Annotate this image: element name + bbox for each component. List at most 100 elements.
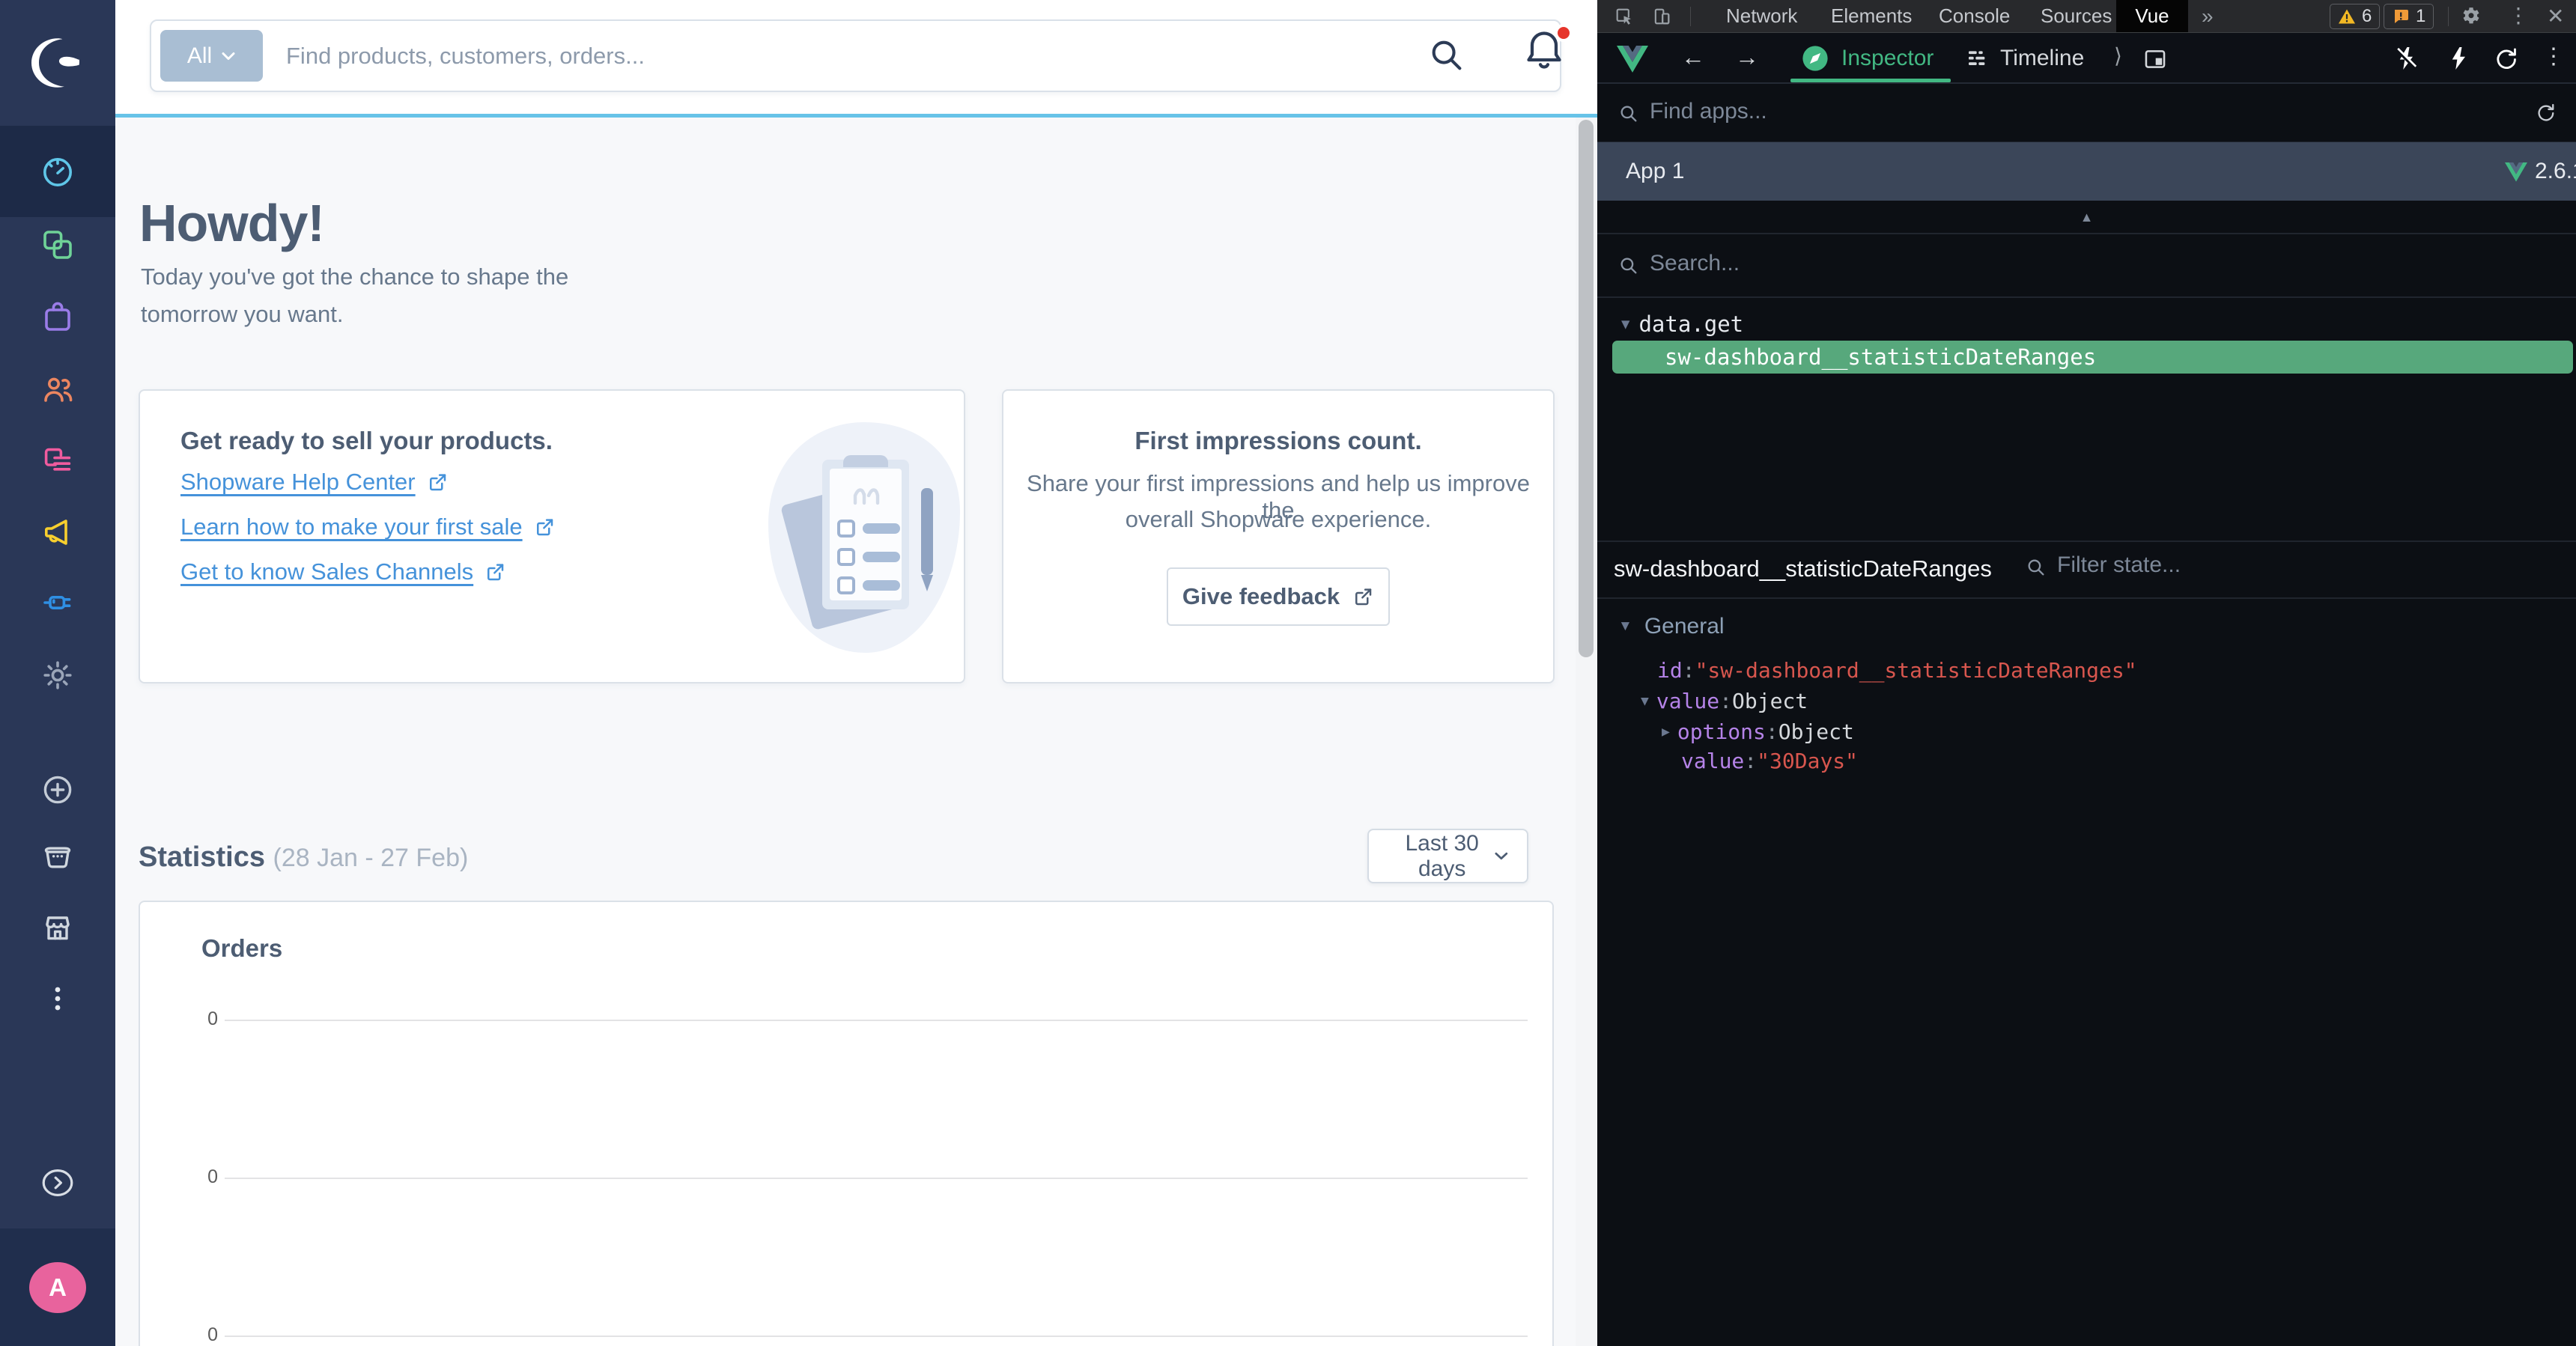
sidebar-item-dashboard[interactable]	[0, 136, 115, 208]
sidebar-item-content[interactable]	[0, 425, 115, 497]
section-label: General	[1644, 614, 1725, 639]
statistics-title: Statistics	[139, 841, 265, 873]
issue-bubble-icon	[2395, 10, 2408, 23]
state-row-id[interactable]: id: "sw-dashboard__statisticDateRanges"	[1657, 658, 2137, 683]
devtools-kebab-menu[interactable]: ⋮	[2508, 5, 2529, 26]
section-triangle-icon: ▼	[1618, 618, 1632, 634]
tab-network-label: Network	[1726, 4, 1798, 27]
devtools-close-button[interactable]: ✕	[2547, 6, 2564, 27]
tab-network[interactable]: Network	[1713, 0, 1811, 32]
user-avatar[interactable]: A	[29, 1261, 86, 1313]
history-forward-button[interactable]: →	[1735, 43, 1759, 71]
chart-gridline	[225, 1020, 1528, 1021]
state-key: id	[1657, 658, 1683, 683]
state-row-value[interactable]: ▼ value: Object	[1641, 689, 1808, 713]
tree-group-data-get[interactable]: ▼ data.get	[1621, 311, 1743, 337]
lightning-off-icon[interactable]	[2393, 45, 2419, 72]
refresh-icon[interactable]	[2493, 46, 2518, 71]
page-scrollbar-thumb[interactable]	[1579, 120, 1594, 657]
search-input[interactable]	[286, 24, 1372, 88]
component-search-input[interactable]	[1650, 251, 2324, 276]
tab-inspector[interactable]: Inspector	[1841, 46, 1933, 71]
search-icon[interactable]	[1427, 36, 1466, 75]
tab-vue-label: Vue	[2135, 4, 2169, 27]
timeline-icon[interactable]	[1966, 47, 1990, 71]
marketing-icon	[45, 520, 67, 545]
settings-icon	[43, 661, 72, 689]
sidebar-item-storefront[interactable]	[0, 892, 115, 964]
notification-bell[interactable]	[1522, 24, 1573, 78]
greeting-title: Howdy!	[139, 194, 325, 252]
give-feedback-label: Give feedback	[1182, 583, 1340, 609]
history-back-button[interactable]: ←	[1681, 43, 1705, 71]
row-triangle-icon: ▶	[1662, 724, 1670, 740]
sidebar-expand-button[interactable]	[0, 1147, 115, 1219]
device-toolbar-icon[interactable]	[1651, 6, 1672, 27]
customers-icon	[44, 377, 73, 402]
refresh-apps-icon[interactable]	[2535, 102, 2556, 123]
shopware-logo[interactable]	[0, 0, 115, 126]
notification-dot	[1555, 24, 1573, 42]
sidebar-item-customers[interactable]	[0, 353, 115, 425]
sidebar-item-add-module[interactable]	[0, 754, 115, 826]
search-icon	[2028, 559, 2044, 576]
chevron-down-icon	[1495, 852, 1508, 860]
inspector-compass-icon[interactable]	[1801, 44, 1829, 73]
link-sales-channels[interactable]: Get to know Sales Channels	[180, 558, 506, 585]
state-key: options	[1677, 719, 1766, 744]
app-row[interactable]: App 1 2.6.14	[1597, 142, 2576, 201]
state-separator: :	[1682, 658, 1695, 683]
state-value: Object	[1732, 689, 1808, 713]
tab-timeline[interactable]: Timeline	[2000, 46, 2084, 71]
warnings-badge[interactable]: 6	[2330, 4, 2381, 29]
state-row-options[interactable]: ▶ options: Object	[1662, 719, 1854, 744]
statistics-range: (28 Jan - 27 Feb)	[273, 844, 469, 872]
sidebar-item-orders[interactable]	[0, 281, 115, 353]
more-tabs-icon[interactable]: »	[2202, 0, 2214, 32]
state-section-general[interactable]: ▼ General	[1618, 614, 1725, 639]
close-glyph: ✕	[2547, 4, 2565, 28]
sidebar-item-settings[interactable]	[0, 639, 115, 711]
external-link-icon	[487, 564, 504, 581]
statistics-header: Statistics (28 Jan - 27 Feb)	[139, 841, 468, 874]
scroll-up-hint[interactable]: ▲	[1597, 210, 2576, 225]
tab-sources[interactable]: Sources	[2027, 0, 2125, 32]
vue-devtools-toolbar: ← → Inspector Timeline ⟩ ⋮	[1597, 33, 2576, 84]
tab-vue[interactable]: Vue	[2116, 0, 2188, 32]
checklist-illustration	[768, 422, 960, 653]
give-feedback-button[interactable]: Give feedback	[1167, 567, 1390, 626]
orders-icon	[45, 302, 70, 331]
sidebar-item-more[interactable]	[0, 963, 115, 1035]
date-range-dropdown[interactable]: Last 30 days	[1367, 829, 1528, 883]
expand-chevron-icon	[42, 1169, 73, 1196]
gear-icon[interactable]	[2460, 5, 2482, 28]
vue-kebab-menu[interactable]: ⋮	[2542, 43, 2565, 70]
link-first-sale[interactable]: Learn how to make your first sale	[180, 514, 556, 540]
tab-elements[interactable]: Elements	[1817, 0, 1925, 32]
filter-state-input[interactable]	[2057, 552, 2521, 578]
tab-console[interactable]: Console	[1925, 0, 2023, 32]
link-sales-channels-label: Get to know Sales Channels	[180, 558, 474, 585]
app-name: App 1	[1626, 159, 1685, 183]
search-scope-dropdown[interactable]: All	[160, 30, 263, 82]
link-help-center[interactable]: Shopware Help Center	[180, 469, 449, 496]
tree-item-selected[interactable]: sw-dashboard__statisticDateRanges	[1612, 341, 2573, 374]
extensions-icon	[43, 595, 71, 609]
lightning-icon[interactable]	[2445, 45, 2472, 72]
sidebar-item-marketing[interactable]	[0, 496, 115, 568]
dock-panel-icon[interactable]	[2142, 46, 2168, 72]
sidebar-item-shop[interactable]	[0, 820, 115, 892]
chevron-down-icon	[222, 52, 235, 60]
inspect-element-icon[interactable]	[1614, 6, 1635, 27]
issues-badge[interactable]: 1	[2384, 4, 2434, 29]
toolbar-chevron[interactable]: ⟩	[2114, 43, 2122, 68]
state-row-value-30days[interactable]: value: "30Days"	[1681, 749, 1858, 773]
y-tick: 0	[207, 1166, 218, 1187]
back-arrow-glyph: ←	[1681, 43, 1705, 70]
avatar-initial: A	[49, 1273, 67, 1301]
external-link-icon	[1355, 588, 1372, 606]
feedback-card-title: First impressions count.	[1134, 427, 1422, 454]
sidebar-item-extensions[interactable]	[0, 567, 115, 639]
find-apps-input[interactable]	[1650, 99, 2324, 124]
sidebar-item-catalogues[interactable]	[0, 209, 115, 281]
